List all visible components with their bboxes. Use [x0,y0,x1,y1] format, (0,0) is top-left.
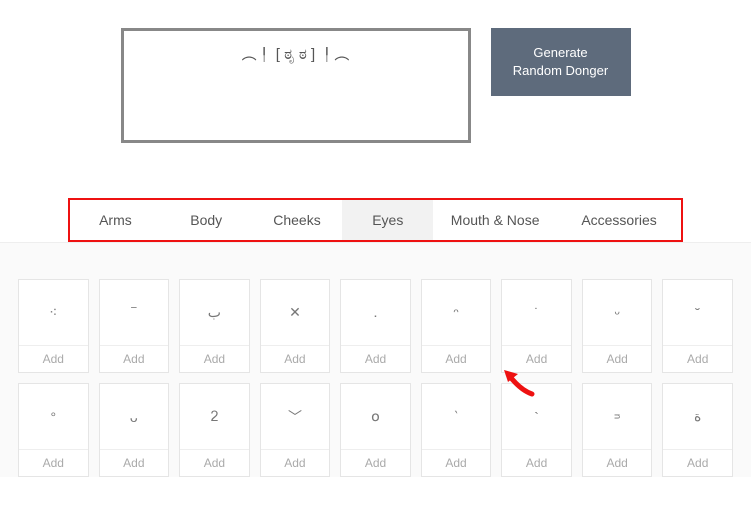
tab-eyes[interactable]: Eyes [342,200,433,240]
part-symbol: ᴗ [100,384,169,449]
add-button[interactable]: Add [261,449,330,476]
part-card: ﹀Add [260,383,331,477]
tab-arms[interactable]: Arms [70,200,161,240]
parts-grid-area: ⁖Add‾AddبAdd✕Add․AddᵔAdd˙AddᵕAdd˘Add°Add… [0,242,751,477]
part-symbol: ໐ [341,384,410,449]
add-button[interactable]: Add [583,449,652,476]
part-symbol: ﹀ [261,384,330,449]
add-button[interactable]: Add [502,345,571,372]
donger-preview: ︵╿ [ ಠೃ ಠ ] ╿︵ [121,28,471,143]
add-button[interactable]: Add [100,345,169,372]
add-button[interactable]: Add [261,345,330,372]
add-button[interactable]: Add [422,345,491,372]
add-button[interactable]: Add [180,449,249,476]
part-symbol: ✕ [261,280,330,345]
part-card: `Add [501,383,572,477]
part-symbol: ° [19,384,88,449]
category-tabs: ArmsBodyCheeksEyesMouth & NoseAccessorie… [68,198,683,242]
part-card: ໐Add [340,383,411,477]
part-symbol: ب [180,280,249,345]
part-card: ˘Add [662,279,733,373]
generate-random-button[interactable]: GenerateRandom Donger [491,28,631,96]
part-card: ᴗAdd [99,383,170,477]
tab-mouth-nose[interactable]: Mouth & Nose [433,200,557,240]
add-button[interactable]: Add [341,345,410,372]
part-card: ✕Add [260,279,331,373]
part-symbol: ᵕ [583,280,652,345]
part-card: ․Add [340,279,411,373]
add-button[interactable]: Add [180,345,249,372]
part-symbol: ․ [341,280,410,345]
part-card: ᵔAdd [421,279,492,373]
part-symbol: ‵ [422,384,491,449]
part-symbol: ᵙ [583,384,652,449]
part-symbol: ة [663,384,732,449]
part-symbol: ‾ [100,280,169,345]
add-button[interactable]: Add [19,449,88,476]
part-symbol: ᵔ [422,280,491,345]
donger-text: ︵╿ [ ಠೃ ಠ ] ╿︵ [242,43,350,64]
part-symbol: ` [502,384,571,449]
part-card: ᵙAdd [582,383,653,477]
generate-label: GenerateRandom Donger [513,45,608,78]
part-card: ⁖Add [18,279,89,373]
part-card: ةAdd [662,383,733,477]
part-symbol: ᒿ [180,384,249,449]
part-card: ᒿAdd [179,383,250,477]
part-card: بAdd [179,279,250,373]
add-button[interactable]: Add [19,345,88,372]
part-symbol: ˙ [502,280,571,345]
part-card: ˙Add [501,279,572,373]
part-card: °Add [18,383,89,477]
add-button[interactable]: Add [663,449,732,476]
part-symbol: ⁖ [19,280,88,345]
add-button[interactable]: Add [583,345,652,372]
tab-body[interactable]: Body [161,200,252,240]
add-button[interactable]: Add [341,449,410,476]
tab-accessories[interactable]: Accessories [557,200,681,240]
part-card: ‾Add [99,279,170,373]
part-card: ᵕAdd [582,279,653,373]
parts-grid: ⁖Add‾AddبAdd✕Add․AddᵔAdd˙AddᵕAdd˘Add°Add… [18,279,733,477]
add-button[interactable]: Add [100,449,169,476]
add-button[interactable]: Add [502,449,571,476]
add-button[interactable]: Add [422,449,491,476]
part-symbol: ˘ [663,280,732,345]
add-button[interactable]: Add [663,345,732,372]
tab-cheeks[interactable]: Cheeks [252,200,343,240]
part-card: ‵Add [421,383,492,477]
